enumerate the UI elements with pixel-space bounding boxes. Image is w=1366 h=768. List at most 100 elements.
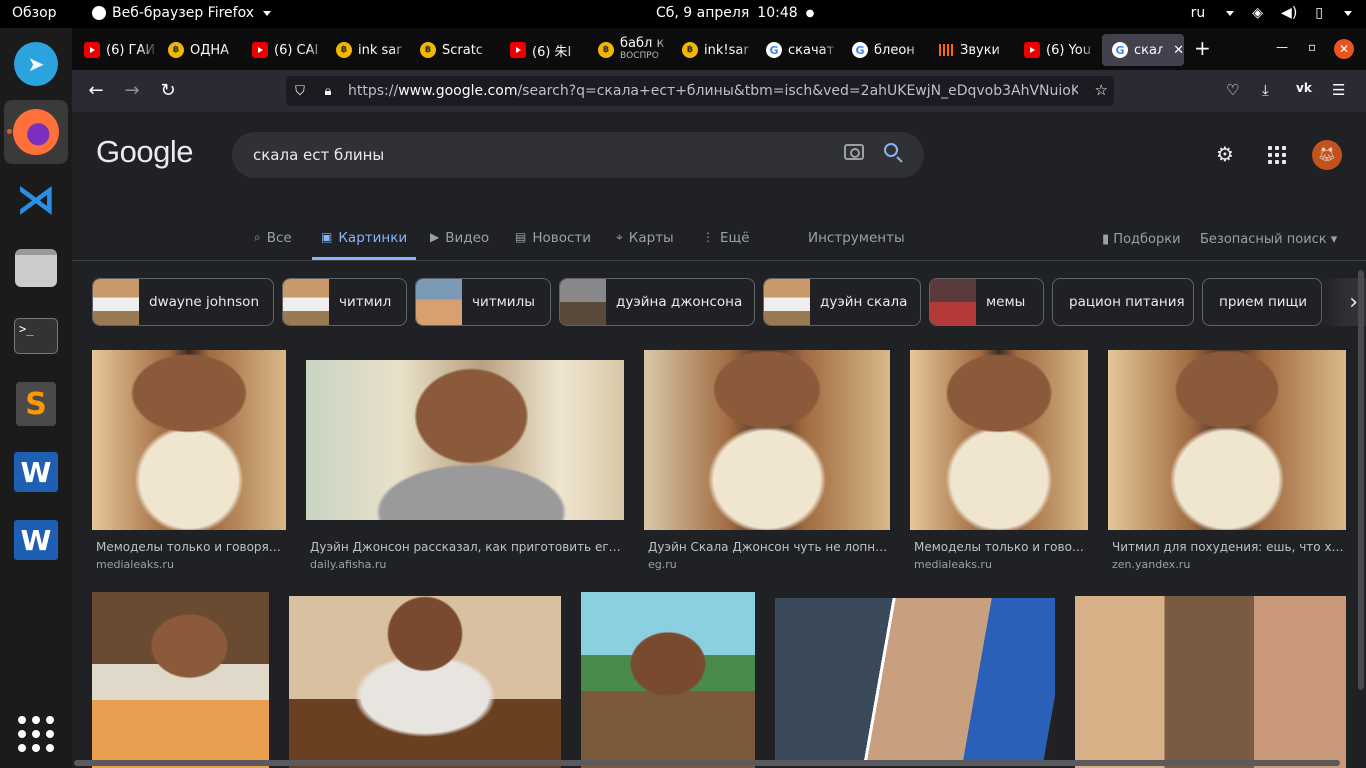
chip-3[interactable]: читмилы <box>415 278 551 326</box>
result-image-10[interactable] <box>1075 596 1346 768</box>
new-tab-button[interactable]: + <box>1194 36 1211 60</box>
dock-word-1[interactable]: W <box>4 440 68 504</box>
url-bar[interactable]: ⛉ 🔒︎ https://www.google.com/search?q=ска… <box>286 76 1114 106</box>
result-image-6[interactable] <box>92 592 269 768</box>
image-icon: ▣ <box>321 230 333 244</box>
lock-icon[interactable]: 🔒︎ <box>314 84 342 99</box>
chip-1[interactable]: dwayne johnson <box>92 278 274 326</box>
search-input[interactable]: скала ест блины <box>253 146 384 164</box>
chip-thumbnail <box>283 279 329 325</box>
result-image-1[interactable] <box>92 350 286 530</box>
result-caption[interactable]: Мемоделы только и говоря... <box>914 540 1088 554</box>
activities-button[interactable]: Обзор <box>12 5 57 21</box>
search-box[interactable]: скала ест блины <box>232 132 924 178</box>
chip-2[interactable]: читмил <box>282 278 407 326</box>
blueberry-pancakes-photo <box>775 598 1055 766</box>
downloads-icon[interactable]: ⤓ <box>1262 81 1269 99</box>
chevron-down-icon <box>263 10 272 16</box>
chip-6[interactable]: мемы <box>929 278 1044 326</box>
result-source[interactable]: daily.afisha.ru <box>310 558 386 571</box>
url-text[interactable]: https://www.google.com/search?q=скала+ес… <box>348 83 1078 99</box>
tab-11[interactable]: Звуки <box>928 34 1012 66</box>
pocket-icon[interactable]: ♡ <box>1226 81 1239 99</box>
result-image-4[interactable] <box>910 350 1088 530</box>
bookmark-star-icon[interactable]: ☆ <box>1095 81 1108 99</box>
tab-8[interactable]: ฿ ink!sar <box>672 34 756 66</box>
dock-vscode[interactable]: ⋊ <box>4 168 68 232</box>
result-image-2[interactable] <box>306 360 624 520</box>
result-image-8[interactable] <box>581 592 755 768</box>
tab-all[interactable]: ⌕ Все <box>254 230 292 260</box>
chip-4[interactable]: дуэйна джонсона <box>559 278 755 326</box>
shield-icon[interactable]: ⛉ <box>286 84 314 99</box>
files-icon <box>15 249 57 287</box>
tab-images[interactable]: ▣ Картинки <box>312 230 416 260</box>
news-icon: ▤ <box>515 230 527 244</box>
tab-3[interactable]: (6) CAI <box>242 34 326 66</box>
tab-12[interactable]: (6) You <box>1014 34 1098 66</box>
app-menu[interactable]: Веб-браузер Firefox <box>92 5 272 21</box>
avatar[interactable]: 🦊︎ <box>1312 140 1342 170</box>
result-caption[interactable]: Дуэйн Джонсон рассказал, как приготовить… <box>310 540 624 554</box>
google-logo[interactable]: Google <box>96 134 193 170</box>
camera-search-icon[interactable] <box>844 144 864 160</box>
tab-maps[interactable]: ⌖ Карты <box>616 230 674 260</box>
result-image-7[interactable] <box>289 596 561 768</box>
dock-telegram[interactable]: ➤ <box>4 32 68 96</box>
chip-8[interactable]: прием пищи <box>1202 278 1322 326</box>
reload-button[interactable]: ↻ <box>156 80 180 101</box>
result-source[interactable]: eg.ru <box>648 558 677 571</box>
vertical-scrollbar[interactable] <box>1358 270 1364 690</box>
result-image-3[interactable] <box>644 350 890 530</box>
tab-5[interactable]: ฿ Scratc <box>410 34 494 66</box>
keyboard-layout[interactable]: ru <box>1191 5 1206 21</box>
tab-1[interactable]: (6) ГАЙ <box>74 34 158 66</box>
minimize-button[interactable]: — <box>1276 40 1288 54</box>
chip-5[interactable]: дуэйн скала <box>763 278 921 326</box>
gear-icon[interactable]: ⚙ <box>1216 142 1234 166</box>
tab-7[interactable]: ฿ бабл к ВОСПРО <box>588 34 672 66</box>
tab-10[interactable]: Gблеон <box>842 34 926 66</box>
clock[interactable]: Сб, 9 апреля 10:48 ● <box>656 5 814 21</box>
show-applications-button[interactable] <box>18 716 54 752</box>
tab-video[interactable]: ▶ Видео <box>430 230 489 260</box>
result-caption[interactable]: Читмил для похудения: ешь, что хоче... <box>1112 540 1346 554</box>
tools-button[interactable]: Инструменты <box>808 230 905 260</box>
dock-firefox[interactable] <box>4 100 68 164</box>
close-tab-icon[interactable]: ✕ <box>1173 43 1184 58</box>
tab-4[interactable]: ฿ ink sar <box>326 34 410 66</box>
result-caption[interactable]: Дуэйн Скала Джонсон чуть не лопнул -... <box>648 540 890 554</box>
chevron-right-icon: › <box>1349 289 1358 315</box>
forward-button[interactable]: → <box>120 80 144 101</box>
result-source[interactable]: medialeaks.ru <box>96 558 174 571</box>
hamburger-menu-icon[interactable]: ☰ <box>1332 81 1345 99</box>
horizontal-scrollbar[interactable] <box>74 760 1340 766</box>
tab-6[interactable]: (6) 朱I <box>500 34 584 66</box>
result-caption[interactable]: Мемоделы только и говорят, ... <box>96 540 286 554</box>
apps-grid-icon[interactable] <box>1268 146 1286 164</box>
dock-terminal[interactable]: >_ <box>4 304 68 368</box>
search-button[interactable] <box>884 143 906 165</box>
result-source[interactable]: zen.yandex.ru <box>1112 558 1190 571</box>
result-image-9[interactable] <box>775 598 1055 766</box>
dock-sublime[interactable]: S <box>4 372 68 436</box>
collections-link[interactable]: ▮ Подборки <box>1102 232 1181 247</box>
bookmark-icon: ▮ <box>1102 232 1114 247</box>
maximize-button[interactable]: ▫ <box>1308 40 1316 54</box>
dock-word-2[interactable]: W <box>4 508 68 572</box>
vk-extension-icon[interactable]: vk <box>1296 81 1312 95</box>
tab-news[interactable]: ▤ Новости <box>515 230 591 260</box>
inkscape-icon: ฿ <box>598 42 614 58</box>
dock-files[interactable] <box>4 236 68 300</box>
tab-more[interactable]: ⋮ Ещё <box>702 230 750 260</box>
close-window-button[interactable]: ✕ <box>1334 39 1354 59</box>
tab-13-active[interactable]: Gскал ✕ <box>1102 34 1184 66</box>
tab-9[interactable]: Gскачат <box>756 34 840 66</box>
tab-2[interactable]: ฿ ОДНА <box>158 34 242 66</box>
result-source[interactable]: medialeaks.ru <box>914 558 992 571</box>
system-tray[interactable]: ru ◈ ◀) ▯ <box>1191 5 1352 21</box>
back-button[interactable]: ← <box>84 80 108 101</box>
safe-search-menu[interactable]: Безопасный поиск ▾ <box>1200 232 1337 247</box>
result-image-5[interactable] <box>1108 350 1346 530</box>
chip-7[interactable]: рацион питания <box>1052 278 1194 326</box>
